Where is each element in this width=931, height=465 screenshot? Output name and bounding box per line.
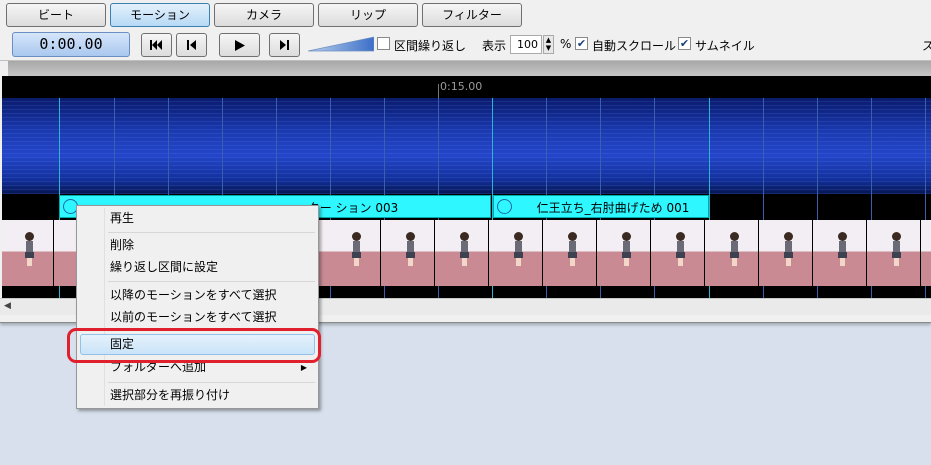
- play-button[interactable]: [219, 33, 260, 57]
- volume-slider[interactable]: [308, 36, 374, 52]
- audio-spectrogram: [2, 98, 931, 194]
- mode-tabs: ビート モーション カメラ リップ フィルター: [6, 3, 522, 27]
- thumbnail-frame: [383, 220, 435, 286]
- thumbnail-frame: [2, 220, 54, 286]
- menu-item-rechoreograph[interactable]: 選択部分を再振り付け: [80, 385, 315, 406]
- thumbnail-frame: [653, 220, 705, 286]
- zoom-input[interactable]: 100: [510, 35, 542, 54]
- dancer-figure: [675, 232, 685, 266]
- loop-checkbox[interactable]: [377, 37, 390, 50]
- dancer-figure: [783, 232, 793, 266]
- menu-item-select-before[interactable]: 以前のモーションをすべて選択: [80, 307, 315, 328]
- menu-separator: [108, 382, 315, 383]
- check-icon: ✔: [576, 37, 587, 50]
- dancer-figure: [351, 232, 361, 266]
- dancer-figure: [567, 232, 577, 266]
- skip-start-icon: [150, 40, 162, 50]
- thumbnail-frame: [599, 220, 651, 286]
- motion-clip-label: 仁王立ち_右肘曲げため 001: [536, 201, 690, 215]
- thumbnail-frame: [329, 220, 381, 286]
- thumbnail-checkbox[interactable]: ✔: [678, 37, 691, 50]
- dancer-figure: [513, 232, 523, 266]
- timeline-scrollbar[interactable]: [8, 61, 931, 76]
- clip-handle-icon: [497, 199, 512, 214]
- thumbnail-frame: [545, 220, 597, 286]
- dancer-figure: [459, 232, 469, 266]
- thumbnail-frame: [815, 220, 867, 286]
- menu-separator: [108, 281, 315, 282]
- play-icon: [234, 39, 245, 51]
- display-label: 表示: [482, 39, 507, 53]
- thumbnail-frame: [761, 220, 813, 286]
- truncated-label: ス: [922, 37, 931, 54]
- step-back-icon: [187, 40, 196, 50]
- annotation-highlight-ring: [67, 328, 321, 363]
- time-display[interactable]: 0:00.00: [12, 32, 130, 57]
- zoom-spinner[interactable]: ▲ ▼: [543, 35, 554, 54]
- tab-camera[interactable]: カメラ: [214, 3, 314, 27]
- rewind-start-button[interactable]: [141, 33, 172, 57]
- dancer-figure: [405, 232, 415, 266]
- time-tick: [438, 84, 439, 98]
- menu-separator: [108, 232, 315, 233]
- motion-clip[interactable]: 仁王立ち_右肘曲げため 001: [493, 195, 709, 218]
- tab-lip[interactable]: リップ: [318, 3, 418, 27]
- step-forward-icon: [280, 40, 289, 50]
- dancer-figure: [621, 232, 631, 266]
- check-icon: ✔: [679, 37, 690, 50]
- menu-item-play[interactable]: 再生: [80, 208, 315, 229]
- dancer-figure: [891, 232, 901, 266]
- prev-frame-button[interactable]: [176, 33, 207, 57]
- dancer-figure: [837, 232, 847, 266]
- tab-motion[interactable]: モーション: [110, 3, 210, 27]
- thumbnail-frame: [491, 220, 543, 286]
- loop-label: 区間繰り返し: [394, 39, 467, 53]
- dancer-figure: [24, 232, 34, 266]
- dancer-figure: [729, 232, 739, 266]
- next-frame-button[interactable]: [269, 33, 300, 57]
- scroll-left-icon[interactable]: ◀: [4, 301, 11, 311]
- time-tick-label: 0:15.00: [440, 80, 483, 93]
- thumbnail-label: サムネイル: [695, 39, 755, 53]
- context-menu: 再生 削除 繰り返し区間に設定 以降のモーションをすべて選択 以前のモーションを…: [76, 205, 319, 409]
- thumbnail-frame: [707, 220, 759, 286]
- percent-label: %: [560, 37, 572, 51]
- tab-beat[interactable]: ビート: [6, 3, 106, 27]
- menu-item-delete[interactable]: 削除: [80, 235, 315, 256]
- menu-item-select-after[interactable]: 以降のモーションをすべて選択: [80, 285, 315, 306]
- autoscroll-label: 自動スクロール: [592, 39, 677, 53]
- menu-item-set-loop[interactable]: 繰り返し区間に設定: [80, 257, 315, 278]
- playback-toolbar: 0:00.00 区間繰り返し 表示 100 ▲ ▼ % ✔ 自動スクロール ✔ サ…: [10, 32, 931, 58]
- thumbnail-frame: [869, 220, 921, 286]
- tab-filter[interactable]: フィルター: [422, 3, 522, 27]
- thumbnail-frame: [437, 220, 489, 286]
- autoscroll-checkbox[interactable]: ✔: [575, 37, 588, 50]
